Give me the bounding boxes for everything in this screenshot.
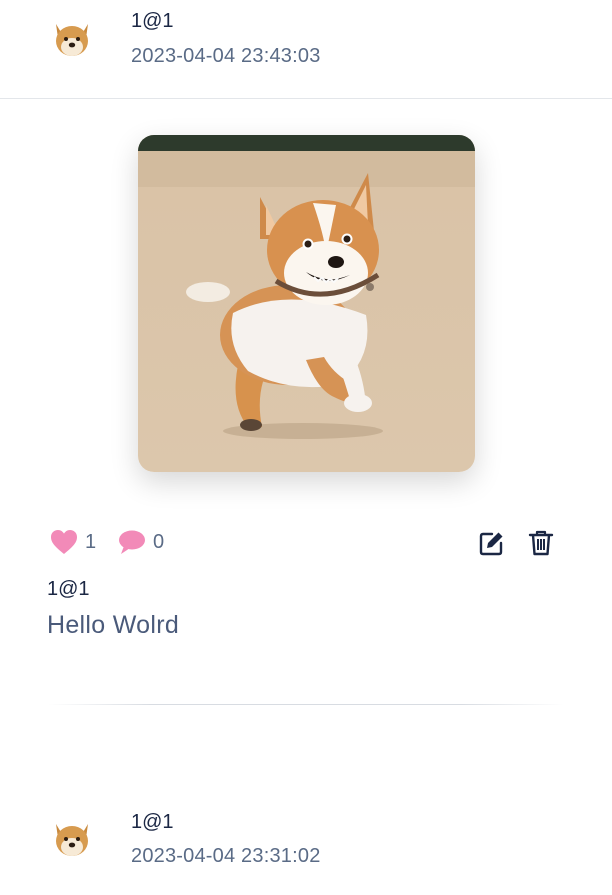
doge-avatar <box>48 14 96 62</box>
speech-bubble-icon <box>119 530 145 554</box>
heart-icon <box>51 530 77 554</box>
post-timestamp: 2023-04-04 23:31:02 <box>131 845 321 867</box>
corgi-photo <box>138 135 475 472</box>
edit-icon <box>479 532 503 556</box>
post-image[interactable] <box>138 135 475 472</box>
post-timestamp: 2023-04-04 23:43:03 <box>131 45 321 67</box>
comment-count: 0 <box>153 530 165 553</box>
like-button[interactable]: 1 <box>50 527 96 557</box>
delete-button[interactable] <box>527 529 555 557</box>
feed-page: 1@1 2023-04-04 23:43:03 1 0 1@1 Hello Wo… <box>0 0 612 895</box>
post-username: 1@1 <box>131 10 174 32</box>
user-avatar[interactable] <box>48 814 96 862</box>
doge-avatar <box>48 814 96 862</box>
trash-icon <box>528 530 554 556</box>
post-author: 1@1 <box>47 578 90 600</box>
comment-button[interactable]: 0 <box>118 527 164 557</box>
post-divider <box>48 704 564 705</box>
user-avatar[interactable] <box>48 14 96 62</box>
post-username: 1@1 <box>131 811 174 833</box>
post-content: Hello Wolrd <box>47 611 180 639</box>
edit-button[interactable] <box>478 529 506 557</box>
like-count: 1 <box>85 530 97 553</box>
